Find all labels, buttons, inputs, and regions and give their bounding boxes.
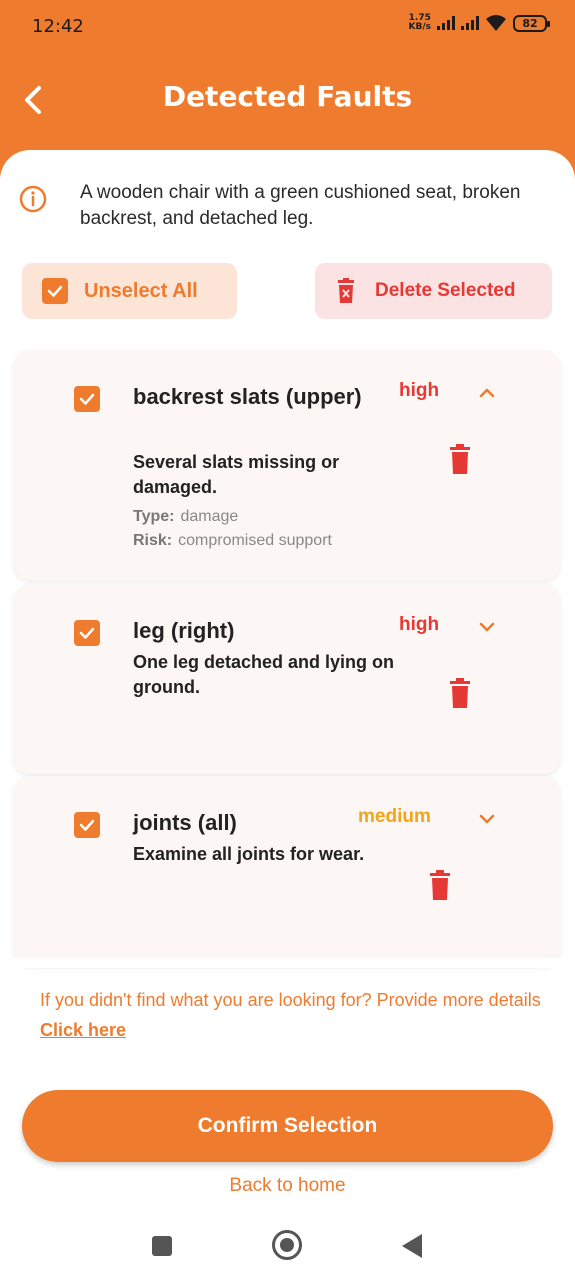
info-icon	[19, 185, 47, 213]
fault-description: Examine all joints for wear.	[133, 844, 365, 864]
trash-icon	[338, 278, 354, 303]
severity-badge: high	[399, 380, 440, 401]
network-speed-unit: KB/s	[408, 22, 431, 32]
info-text: A wooden chair with a green cushioned se…	[80, 182, 521, 229]
network-speed: 1.75 KB/s	[409, 14, 431, 32]
status-time: 12:42	[32, 16, 84, 37]
click-here-link[interactable]: Click here	[40, 1020, 126, 1040]
recent-apps-icon[interactable]	[152, 1236, 172, 1256]
fault-title: joints (all)	[133, 810, 237, 835]
delete-selected-label: Delete Selected	[375, 280, 516, 301]
back-triangle-icon[interactable]	[402, 1234, 422, 1258]
fault-checkbox[interactable]	[74, 812, 100, 838]
chevron-down-icon[interactable]	[476, 808, 498, 830]
type-value: damage	[180, 508, 239, 525]
system-nav-bar	[0, 1220, 575, 1280]
fault-title: backrest slats (upper)	[133, 384, 362, 409]
back-to-home-link[interactable]: Back to home	[0, 1175, 575, 1197]
fault-checkbox[interactable]	[74, 620, 100, 646]
fault-description: One leg detached and lying on ground.	[133, 652, 395, 697]
risk-label: Risk:	[133, 532, 173, 549]
risk-value: compromised support	[178, 532, 332, 549]
info-row: A wooden chair with a green cushioned se…	[18, 180, 558, 232]
type-label: Type:	[133, 508, 175, 525]
chevron-up-icon[interactable]	[476, 382, 498, 404]
status-bar: 12:42 1.75 KB/s 82	[0, 0, 575, 58]
fault-checkbox[interactable]	[74, 386, 100, 412]
wifi-icon	[486, 15, 506, 31]
trash-icon[interactable]	[428, 870, 452, 900]
fault-card: leg (right) high One leg detached and ly…	[14, 584, 560, 774]
fault-card: backrest slats (upper) high Several slat…	[14, 350, 560, 580]
trash-icon[interactable]	[448, 678, 472, 708]
list-bottom-edge	[0, 958, 575, 968]
battery-level: 82	[522, 16, 538, 30]
fault-description: Several slats missing or damaged.	[133, 452, 340, 497]
fault-risk: Risk: compromised support	[133, 532, 332, 550]
unselect-all-label: Unselect All	[84, 279, 198, 302]
checkbox-checked-icon	[42, 278, 68, 304]
confirm-selection-button[interactable]: Confirm Selection	[22, 1090, 553, 1162]
severity-badge: high	[399, 614, 440, 635]
home-icon[interactable]	[272, 1230, 302, 1260]
status-icons: 1.75 KB/s 82	[409, 14, 550, 32]
unselect-all-button[interactable]: Unselect All	[22, 263, 237, 319]
page-title: Detected Faults	[162, 80, 413, 113]
hint-message: If you didn't find what you are looking …	[40, 990, 541, 1010]
battery-icon: 82	[513, 14, 550, 32]
chevron-down-icon[interactable]	[476, 616, 498, 638]
signal-icon	[437, 16, 455, 30]
trash-icon[interactable]	[448, 444, 472, 474]
severity-badge: medium	[358, 806, 431, 827]
fault-card: joints (all) medium Examine all joints f…	[14, 776, 560, 966]
signal-icon-2	[461, 16, 479, 30]
delete-selected-button[interactable]: Delete Selected	[315, 263, 552, 319]
fault-title: leg (right)	[133, 618, 235, 643]
hint-text: If you didn't find what you are looking …	[40, 985, 550, 1045]
fault-type: Type: damage	[133, 508, 238, 526]
